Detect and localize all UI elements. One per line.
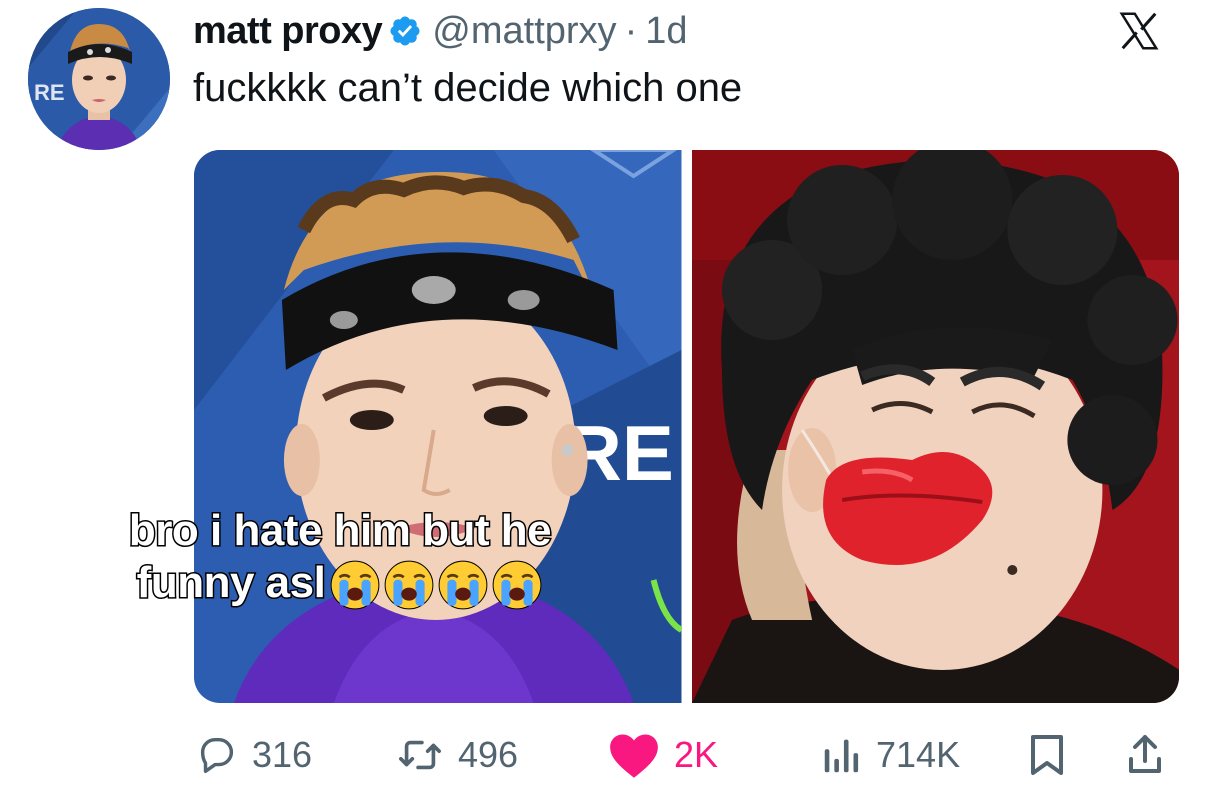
loudly-crying-face-icon [384, 561, 434, 610]
meme-caption-line-2-wrap: funny asl [70, 557, 610, 611]
x-logo-icon[interactable] [1116, 8, 1162, 54]
heart-icon [610, 734, 658, 778]
repost-arrows-icon [399, 740, 441, 770]
verified-badge-icon [390, 16, 420, 46]
share-button[interactable] [1124, 722, 1166, 788]
media-photo-left[interactable]: RE [194, 150, 682, 703]
post-header: matt proxy @mattprxy · 1d [193, 6, 688, 56]
meta-separator: · [624, 9, 638, 52]
reply-bubble-icon [200, 737, 234, 774]
media-photo-right[interactable] [691, 150, 1179, 703]
loudly-crying-face-icon [492, 561, 542, 610]
meme-caption-line-2: funny asl [135, 557, 327, 609]
views-bar-chart-icon [824, 739, 859, 773]
repost-button[interactable]: 496 [394, 722, 518, 788]
post-action-bar: 316 496 2K 714K [194, 722, 1179, 788]
loudly-crying-face-icon [438, 561, 488, 610]
like-button[interactable]: 2K [606, 722, 718, 788]
reply-count: 316 [252, 734, 313, 775]
post-timestamp[interactable]: 1d [645, 10, 687, 53]
avatar-photo: RE [28, 8, 170, 150]
meme-caption-line-1: bro i hate him but he [127, 505, 553, 557]
share-upload-icon [1129, 735, 1161, 773]
bookmark-button[interactable] [1026, 722, 1068, 788]
views-button[interactable]: 714K [820, 722, 960, 788]
author-handle[interactable]: @mattprxy [432, 10, 616, 53]
loudly-crying-face-icon [330, 561, 380, 610]
post-text: fuckkkk can’t decide which one [193, 66, 743, 110]
avatar-sign-text: RE [34, 80, 65, 105]
view-count: 714K [876, 734, 961, 775]
crying-emoji-row [329, 559, 543, 611]
like-count: 2K [674, 734, 719, 775]
author-display-name[interactable]: matt proxy [193, 10, 383, 53]
meme-caption: bro i hate him but he funny asl [70, 505, 610, 611]
repost-count: 496 [458, 734, 519, 775]
post-media-grid: RE [194, 150, 1179, 703]
reply-button[interactable]: 316 [194, 722, 312, 788]
author-avatar[interactable]: RE [28, 8, 170, 150]
bookmark-icon [1031, 735, 1063, 775]
